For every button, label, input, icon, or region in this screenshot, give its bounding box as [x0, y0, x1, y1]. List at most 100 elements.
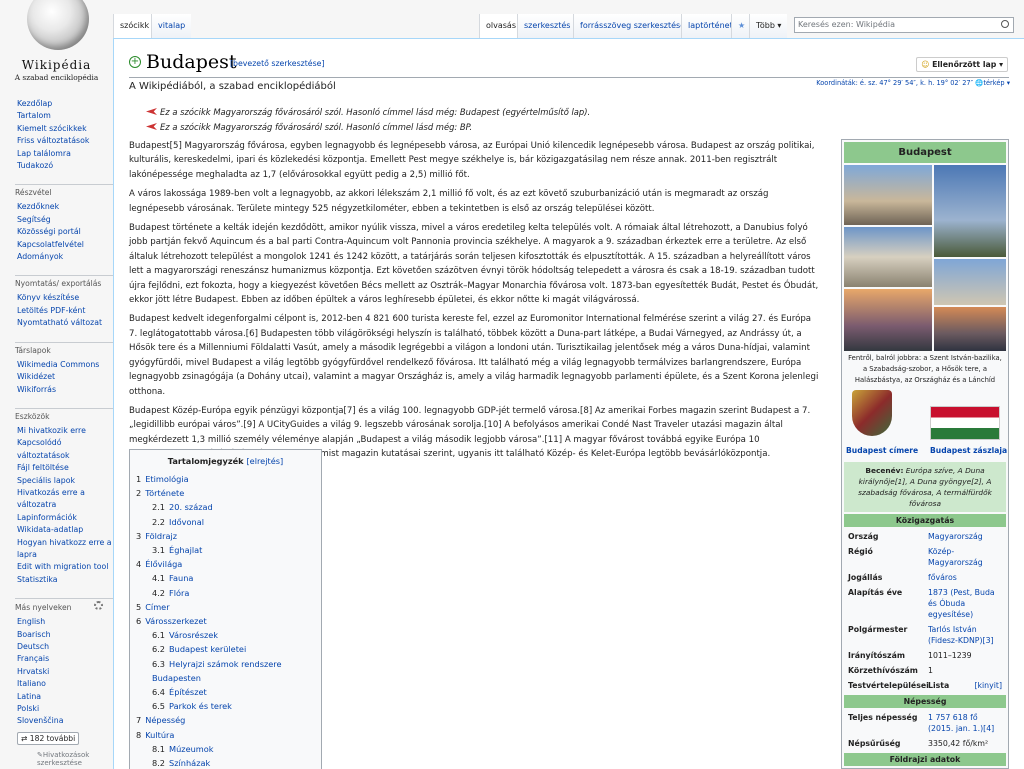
search-input[interactable]: Keresés ezen: Wikipédia — [794, 17, 1014, 33]
sidebar-item[interactable]: Wikidézet — [17, 371, 113, 383]
infobox-collage[interactable] — [844, 165, 1006, 351]
coordinates[interactable]: Koordináták: é. sz. 47° 29′ 54″, k. h. 1… — [816, 79, 1010, 87]
toc-link[interactable]: Fauna — [169, 573, 193, 583]
gear-icon[interactable] — [94, 601, 103, 611]
toc-link[interactable]: Parkok és terek — [169, 701, 232, 711]
toc-link[interactable]: Etimológia — [145, 474, 188, 484]
sidebar-item[interactable]: Nyomtatható változat — [17, 317, 113, 329]
toc-link[interactable]: Idővonal — [169, 517, 204, 527]
sidebar-item[interactable]: Közösségi portál — [17, 226, 113, 238]
flag-link[interactable]: Budapest zászlaja — [930, 446, 1007, 455]
sidebar-item[interactable]: Mi hivatkozik erre — [17, 425, 113, 437]
sidebar-item[interactable]: Letöltés PDF-ként — [17, 305, 113, 317]
sidebar-item[interactable]: Wikiforrás — [17, 384, 113, 396]
expand-link[interactable]: [kinyit] — [974, 680, 1002, 691]
infobox-value[interactable]: Magyarország — [928, 531, 1002, 542]
toc-item[interactable]: 4.2 Flóra — [136, 586, 315, 600]
infobox-value[interactable]: 3350,42 fő/km² — [928, 738, 1002, 749]
toc-item[interactable]: 6.3 Helyrajzi számok rendszere Budapesten — [136, 657, 315, 685]
infobox-value[interactable]: 1 757 618 fő (2015. jan. 1.)[4] — [928, 712, 1002, 734]
sidebar-item[interactable]: Tartalom — [17, 110, 113, 122]
infobox-value[interactable]: főváros — [928, 572, 1002, 583]
sidebar-item[interactable]: Hivatkozás erre a változatra — [17, 487, 113, 512]
sidebar-item[interactable]: Kezdőlap — [17, 98, 113, 110]
toc-hide-link[interactable]: [elrejtés] — [246, 456, 283, 466]
tab-edit[interactable]: szerkesztés — [517, 14, 577, 38]
sidebar-item[interactable]: Kiemelt szócikkek — [17, 123, 113, 135]
language-link[interactable]: Boarisch — [17, 629, 113, 641]
toc-item[interactable]: 8.1 Múzeumok — [136, 742, 315, 756]
toc-item[interactable]: 6.5 Parkok és terek — [136, 699, 315, 713]
language-link[interactable]: English — [17, 616, 113, 628]
checked-page-badge[interactable]: ☺ Ellenőrzött lap ▾ — [916, 57, 1008, 72]
fishermans-bastion-image[interactable] — [934, 259, 1006, 305]
toc-link[interactable]: Városrészek — [169, 630, 218, 640]
toc-item[interactable]: 2 Története — [136, 486, 315, 500]
coat-of-arms-link[interactable]: Budapest címere — [846, 446, 918, 455]
language-link[interactable]: Polski — [17, 703, 113, 715]
more-menu[interactable]: Több ▾ — [749, 14, 788, 38]
toc-item[interactable]: 6.4 Építészet — [136, 685, 315, 699]
toc-link[interactable]: Flóra — [169, 588, 189, 598]
sidebar-item[interactable]: Kapcsolódó változtatások — [17, 437, 113, 462]
sidebar-item[interactable]: Könyv készítése — [17, 292, 113, 304]
toc-link[interactable]: Címer — [145, 602, 169, 612]
language-link[interactable]: Slovenščina — [17, 715, 113, 727]
toc-link[interactable]: Múzeumok — [169, 744, 214, 754]
tab-read[interactable]: olvasás — [479, 14, 522, 38]
sidebar-item[interactable]: Wikimedia Commons — [17, 359, 113, 371]
sidebar-item[interactable]: Lapinformációk — [17, 512, 113, 524]
toc-item[interactable]: 6.2 Budapest kerületei — [136, 642, 315, 656]
toc-item[interactable]: 6 Városszerkezet — [136, 614, 315, 628]
language-link[interactable]: Deutsch — [17, 641, 113, 653]
toc-link[interactable]: Kultúra — [145, 730, 174, 740]
infobox-value[interactable]: 1011–1239 — [928, 650, 1002, 661]
toc-link[interactable]: Népesség — [145, 715, 185, 725]
sidebar-item[interactable]: Hogyan hivatkozz erre a lapra — [17, 537, 113, 562]
more-languages-button[interactable]: ⇄ 182 további — [17, 731, 80, 745]
flag-image[interactable] — [930, 406, 1000, 440]
toc-item[interactable]: 2.1 20. század — [136, 500, 315, 514]
toc-item[interactable]: 6.1 Városrészek — [136, 628, 315, 642]
tab-edit-source[interactable]: forrásszöveg szerkesztése — [573, 14, 692, 38]
sidebar-item[interactable]: Lap találomra — [17, 148, 113, 160]
sidebar-item[interactable]: Wikidata-adatlap — [17, 524, 113, 536]
language-link[interactable]: Italiano — [17, 678, 113, 690]
sidebar-item[interactable]: Fájl feltöltése — [17, 462, 113, 474]
tab-article[interactable]: szócikk — [113, 14, 156, 38]
toc-link[interactable]: 20. század — [169, 502, 213, 512]
toc-link[interactable]: Színházak — [169, 758, 210, 768]
toc-item[interactable]: 1 Etimológia — [136, 472, 315, 486]
sidebar-item[interactable]: Edit with migration tool — [17, 561, 113, 573]
toc-item[interactable]: 3.1 Éghajlat — [136, 543, 315, 557]
toc-item[interactable]: 3 Földrajz — [136, 529, 315, 543]
toc-link[interactable]: Földrajz — [145, 531, 177, 541]
toc-item[interactable]: 7 Népesség — [136, 713, 315, 727]
coat-of-arms-image[interactable] — [852, 390, 892, 436]
tab-talk[interactable]: vitalap — [151, 14, 192, 38]
liberty-statue-image[interactable] — [934, 165, 1006, 257]
search-icon[interactable] — [1001, 20, 1009, 28]
toc-link[interactable]: Története — [145, 488, 184, 498]
toc-item[interactable]: 4 Élővilága — [136, 557, 315, 571]
toc-item[interactable]: 5 Címer — [136, 600, 315, 614]
infobox-value[interactable]: 1 — [928, 665, 1002, 676]
sidebar-item[interactable]: Speciális lapok — [17, 475, 113, 487]
basilica-image[interactable] — [844, 165, 932, 225]
chain-bridge-image[interactable] — [934, 307, 1006, 351]
toc-link[interactable]: Élővilága — [145, 559, 182, 569]
sidebar-item[interactable]: Kapcsolatfelvétel — [17, 239, 113, 251]
toc-item[interactable]: 4.1 Fauna — [136, 571, 315, 585]
toc-item[interactable]: 8.2 Színházak — [136, 756, 315, 769]
infobox-value[interactable]: Tarlós István (Fidesz-KDNP)[3] — [928, 624, 1002, 646]
toc-item[interactable]: 2.2 Idővonal — [136, 515, 315, 529]
toc-link[interactable]: Éghajlat — [169, 545, 202, 555]
language-link[interactable]: Hrvatski — [17, 666, 113, 678]
infobox-value[interactable]: Közép-Magyarország — [928, 546, 1002, 568]
edit-links-link[interactable]: ✎Hivatkozások szerkesztése — [37, 751, 113, 767]
language-link[interactable]: Latina — [17, 691, 113, 703]
toc-link[interactable]: Városszerkezet — [145, 616, 206, 626]
sidebar-item[interactable]: Statisztika — [17, 574, 113, 586]
toc-link[interactable]: Helyrajzi számok rendszere Budapesten — [152, 659, 282, 683]
language-link[interactable]: Français — [17, 653, 113, 665]
